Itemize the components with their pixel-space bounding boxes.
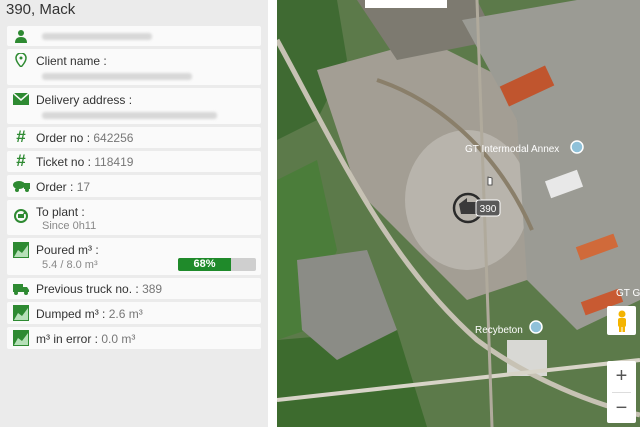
- contact-redacted: [42, 33, 152, 40]
- map-pin-recybeton[interactable]: [529, 320, 543, 334]
- client-name-row: Client name :: [7, 49, 261, 85]
- dumped-label: Dumped m³ :: [36, 307, 106, 321]
- error-value: 0.0 m³: [101, 332, 136, 346]
- to-plant-value: Since 0h11: [42, 220, 97, 232]
- satellite-map[interactable]: GT Intermodal Annex Recybeton GT G 390 +…: [277, 0, 640, 427]
- poured-value: 5.4 / 8.0 m³: [42, 259, 98, 271]
- location-pin-icon: [13, 52, 29, 68]
- panel-divider: [268, 0, 277, 427]
- hash-icon: #: [16, 151, 26, 170]
- vehicle-title: 390, Mack: [6, 1, 76, 18]
- street-view-button[interactable]: [607, 306, 636, 335]
- order-label: Order :: [36, 180, 74, 194]
- zoom-controls: + −: [607, 361, 636, 423]
- to-plant-row: To plant : Since 0h11: [7, 200, 261, 235]
- client-name-redacted: [42, 73, 192, 80]
- map-search-box[interactable]: [365, 0, 447, 8]
- hash-icon: #: [16, 127, 26, 146]
- contact-row: [7, 26, 261, 46]
- mixer-truck-icon: [13, 178, 31, 194]
- poured-label: Poured m³ :: [36, 243, 99, 257]
- previous-truck-row: Previous truck no. : 389: [7, 278, 261, 299]
- ticket-no-label: Ticket no :: [36, 155, 91, 169]
- zoom-in-button[interactable]: +: [607, 361, 636, 392]
- ticket-no-value: 118419: [94, 155, 134, 169]
- dumped-value: 2.6 m³: [108, 307, 143, 321]
- area-chart-icon: [13, 330, 29, 346]
- envelope-icon: [13, 91, 29, 107]
- area-chart-icon: [13, 242, 29, 258]
- order-value: 17: [76, 180, 91, 194]
- delivery-address-redacted: [42, 112, 217, 119]
- error-row: m³ in error : 0.0 m³: [7, 327, 261, 349]
- zoom-out-button[interactable]: −: [607, 393, 636, 423]
- map-label-recybeton: Recybeton: [475, 325, 523, 336]
- delivery-address-row: Delivery address :: [7, 88, 261, 124]
- client-name-label: Client name :: [36, 54, 107, 68]
- delivery-address-label: Delivery address :: [36, 93, 133, 107]
- poured-progress-bar: 68%: [178, 258, 256, 271]
- previous-truck-value: 389: [142, 282, 163, 296]
- order-row: Order : 17: [7, 175, 261, 197]
- previous-truck-label: Previous truck no. :: [36, 282, 139, 296]
- hand-cursor-icon: [487, 176, 493, 186]
- map-label-annex: GT Intermodal Annex: [465, 144, 559, 155]
- ticket-no-row: # Ticket no : 118419: [7, 151, 261, 172]
- truck-icon: [13, 281, 29, 297]
- order-no-value: 642256: [93, 131, 134, 145]
- truck-info-panel: 390, Mack Client name : Delivery address…: [0, 0, 268, 427]
- poured-progress-text: 68%: [193, 258, 216, 270]
- dumped-row: Dumped m³ : 2.6 m³: [7, 302, 261, 324]
- order-no-label: Order no :: [36, 131, 91, 145]
- refresh-icon: [13, 208, 29, 224]
- to-plant-label: To plant :: [36, 205, 85, 219]
- order-no-row: # Order no : 642256: [7, 127, 261, 148]
- truck-marker-label: 390: [480, 204, 497, 215]
- map-label-edge: GT G: [616, 288, 640, 299]
- area-chart-icon: [13, 305, 29, 321]
- error-label: m³ in error :: [36, 332, 99, 346]
- map-pin-annex[interactable]: [570, 140, 584, 154]
- pegman-icon: [617, 310, 626, 332]
- person-icon: [13, 28, 29, 44]
